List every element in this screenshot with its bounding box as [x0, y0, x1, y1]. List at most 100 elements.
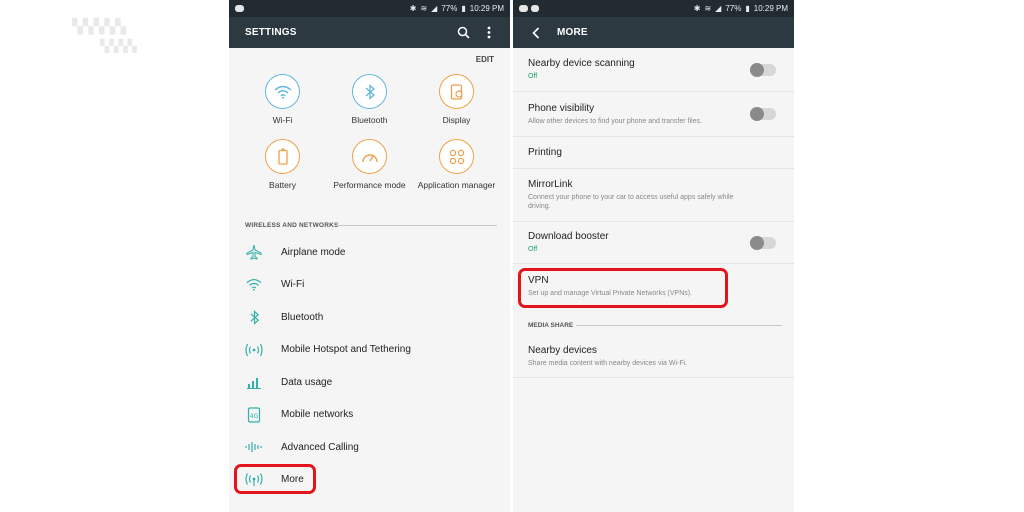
quick-setting-app-manager[interactable]: Application manager: [413, 139, 500, 190]
status-time: 10:29 PM: [753, 4, 788, 13]
quick-setting-bluetooth[interactable]: Bluetooth: [326, 74, 413, 125]
display-icon: [439, 74, 474, 109]
section-divider: [337, 225, 497, 226]
wifi-status-icon: ≋: [420, 4, 428, 13]
watermark-logo: ▚▚▚▚▚ ▚▚▚▚: [72, 19, 137, 53]
setting-phone-visibility[interactable]: Phone visibility Allow other devices to …: [513, 92, 794, 137]
menu-item-data-usage[interactable]: Data usage: [245, 366, 500, 399]
section-header: MEDIA SHARE: [528, 322, 574, 329]
nearby-scanning-toggle[interactable]: [750, 62, 776, 77]
hotspot-icon: [245, 341, 263, 359]
setting-printing[interactable]: Printing: [513, 137, 794, 169]
menu-item-wifi[interactable]: Wi-Fi: [245, 269, 500, 302]
setting-description: Allow other devices to find your phone a…: [528, 117, 702, 125]
setting-nearby-device-scanning[interactable]: Nearby device scanning Off: [513, 48, 794, 92]
setting-status: Off: [528, 246, 538, 253]
quick-setting-label: Wi-Fi: [272, 115, 293, 125]
wifi-icon: [265, 74, 300, 109]
bluetooth-status-icon: ✱: [409, 4, 417, 13]
message-notification-icon: [235, 5, 244, 12]
bluetooth-icon: [245, 308, 263, 326]
highlight-vpn: [518, 268, 728, 308]
wifi-status-icon: ≋: [704, 4, 712, 13]
battery-status-icon: ▮: [745, 4, 750, 13]
search-icon[interactable]: [456, 26, 470, 40]
bluetooth-status-icon: ✱: [693, 4, 701, 13]
menu-item-label: Wi-Fi: [281, 279, 305, 291]
quick-setting-display[interactable]: Display: [413, 74, 500, 125]
battery-status-icon: ▮: [461, 4, 466, 13]
menu-item-hotspot[interactable]: Mobile Hotspot and Tethering: [245, 334, 500, 367]
svg-text:4G: 4G: [250, 413, 259, 420]
battery-percent: 77%: [725, 4, 742, 13]
wifi-icon: [245, 276, 263, 294]
settings-screen: ✱ ≋ ◢ 77% ▮ 10:29 PM SETTINGS EDIT Wi-Fi: [229, 0, 510, 512]
setting-title: Nearby device scanning: [528, 58, 635, 69]
back-arrow-icon[interactable]: [529, 26, 543, 40]
toggle-knob: [750, 62, 764, 77]
menu-item-label: Data usage: [281, 376, 333, 388]
setting-nearby-devices[interactable]: Nearby devices Share media content with …: [513, 336, 794, 378]
signal-icon: ◢: [715, 4, 722, 13]
page-title: SETTINGS: [245, 27, 297, 38]
menu-item-label: Airplane mode: [281, 246, 346, 258]
more-vert-icon[interactable]: [482, 26, 496, 40]
page-title: MORE: [557, 27, 588, 38]
toggle-knob: [750, 107, 764, 121]
edit-button[interactable]: EDIT: [476, 55, 494, 64]
phone-visibility-toggle[interactable]: [750, 107, 776, 121]
download-booster-toggle[interactable]: [750, 235, 776, 250]
quick-settings-grid: Wi-Fi Bluetooth Display Battery Performa…: [239, 74, 500, 190]
highlight-more: [234, 464, 316, 494]
setting-title: Phone visibility: [528, 102, 595, 114]
menu-item-airplane-mode[interactable]: Airplane mode: [245, 236, 500, 269]
setting-status: Off: [528, 73, 538, 80]
gauge-icon: [352, 139, 387, 174]
setting-description: Connect your phone to your car to access…: [528, 194, 734, 210]
screenshot-stage: ▚▚▚▚▚ ▚▚▚▚ ✱ ≋ ◢ 77% ▮ 10:29 PM SETTINGS…: [0, 0, 1024, 512]
section-divider: [576, 325, 782, 326]
setting-title: MirrorLink: [528, 179, 573, 190]
setting-title: Printing: [528, 146, 562, 158]
app-bar: MORE: [513, 17, 794, 48]
status-bar: ✱ ≋ ◢ 77% ▮ 10:29 PM: [229, 0, 510, 17]
app-bar: SETTINGS: [229, 17, 510, 48]
setting-description: Share media content with nearby devices …: [528, 360, 688, 367]
setting-download-booster[interactable]: Download booster Off: [513, 222, 794, 264]
settings-menu-list: Airplane mode Wi-Fi Bluetooth Mobile Hot…: [245, 236, 500, 496]
message-notification-icon: [519, 5, 528, 12]
menu-item-label: Advanced Calling: [281, 441, 359, 453]
bluetooth-icon: [352, 74, 387, 109]
toggle-knob: [750, 235, 764, 250]
quick-setting-battery[interactable]: Battery: [239, 139, 326, 190]
signal-icon: ◢: [431, 4, 438, 13]
quick-setting-label: Application manager: [417, 180, 496, 190]
quick-setting-label: Bluetooth: [351, 115, 388, 125]
battery-percent: 77%: [441, 4, 458, 13]
setting-title: Download booster: [528, 231, 609, 242]
battery-icon: [265, 139, 300, 174]
section-header: WIRELESS AND NETWORKS: [245, 222, 339, 229]
quick-setting-label: Battery: [269, 180, 296, 190]
quick-setting-performance[interactable]: Performance mode: [326, 139, 413, 190]
menu-item-label: Bluetooth: [281, 311, 324, 323]
status-time: 10:29 PM: [469, 4, 504, 13]
status-bar: ✱ ≋ ◢ 77% ▮ 10:29 PM: [513, 0, 794, 17]
menu-item-bluetooth[interactable]: Bluetooth: [245, 301, 500, 334]
advanced-calling-icon: [245, 438, 263, 456]
quick-setting-label: Performance mode: [333, 180, 406, 190]
menu-item-label: Mobile Hotspot and Tethering: [281, 344, 411, 356]
airplane-icon: [245, 243, 263, 261]
more-screen: ✱ ≋ ◢ 77% ▮ 10:29 PM MORE Nearby device …: [513, 0, 794, 512]
image-notification-icon: [531, 5, 539, 12]
setting-title: Nearby devices: [528, 345, 597, 356]
data-usage-icon: [245, 373, 263, 391]
apps-icon: [439, 139, 474, 174]
quick-setting-wifi[interactable]: Wi-Fi: [239, 74, 326, 125]
mobile-networks-icon: 4G: [245, 406, 263, 424]
quick-setting-label: Display: [442, 115, 471, 125]
setting-mirrorlink[interactable]: MirrorLink Connect your phone to your ca…: [513, 169, 794, 222]
menu-item-label: Mobile networks: [281, 409, 354, 421]
menu-item-mobile-networks[interactable]: 4G Mobile networks: [245, 399, 500, 432]
menu-item-advanced-calling[interactable]: Advanced Calling: [245, 431, 500, 464]
